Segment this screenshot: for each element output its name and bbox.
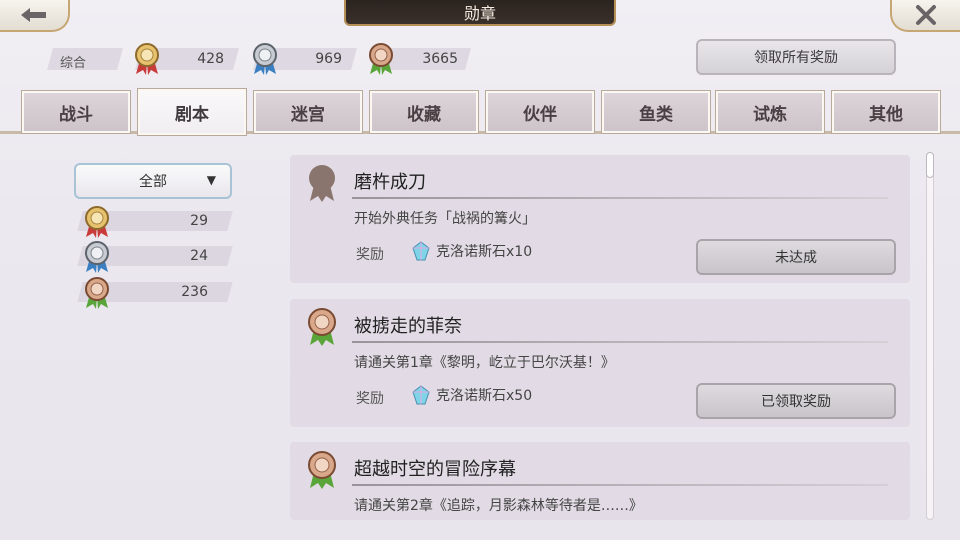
summary-silver-count: 969 bbox=[315, 51, 342, 67]
page-title: 勋章 bbox=[344, 0, 616, 26]
tab-collection[interactable]: 收藏 bbox=[369, 90, 479, 134]
chronos-stone-icon bbox=[412, 241, 430, 261]
scrollbar-track[interactable] bbox=[926, 152, 934, 520]
gold-medal-icon bbox=[132, 42, 162, 76]
divider bbox=[352, 484, 888, 486]
medal-status-button[interactable]: 未达成 bbox=[696, 239, 896, 275]
chevron-down-icon: ▼ bbox=[206, 173, 216, 187]
medal-card[interactable]: 超越时空的冒险序幕 请通关第2章《追踪，月影森林等待者是……》 bbox=[290, 442, 910, 520]
gold-medal-icon bbox=[82, 205, 112, 239]
summary-bronze-count: 3665 bbox=[422, 51, 458, 67]
tab-companion[interactable]: 伙伴 bbox=[485, 90, 595, 134]
divider bbox=[352, 197, 888, 199]
filter-selected-label: 全部 bbox=[139, 174, 167, 190]
tab-story[interactable]: 剧本 bbox=[137, 88, 247, 136]
silver-medal-icon bbox=[250, 42, 280, 76]
reward-text: 克洛诺斯石x50 bbox=[436, 388, 533, 404]
reward-label: 奖励 bbox=[356, 391, 384, 407]
back-button[interactable] bbox=[0, 0, 70, 32]
divider bbox=[352, 341, 888, 343]
filter-bronze-count: 236 bbox=[181, 284, 208, 300]
medal-description: 请通关第2章《追踪，月影森林等待者是……》 bbox=[354, 498, 643, 514]
tab-battle[interactable]: 战斗 bbox=[21, 90, 131, 134]
medal-status-button[interactable]: 已领取奖励 bbox=[696, 383, 896, 419]
filter-dropdown[interactable]: 全部 ▼ bbox=[74, 163, 232, 199]
locked-medal-icon bbox=[304, 163, 340, 207]
close-x-icon bbox=[916, 5, 936, 25]
reward-text: 克洛诺斯石x10 bbox=[436, 244, 533, 260]
bronze-medal-icon bbox=[304, 450, 340, 494]
claim-all-rewards-button[interactable]: 领取所有奖励 bbox=[696, 39, 896, 75]
chronos-stone-icon bbox=[412, 385, 430, 405]
silver-medal-icon bbox=[82, 240, 112, 274]
scrollbar-thumb[interactable] bbox=[926, 152, 934, 178]
reward-label: 奖励 bbox=[356, 247, 384, 263]
filter-silver-count: 24 bbox=[190, 248, 208, 264]
tab-other[interactable]: 其他 bbox=[831, 90, 941, 134]
tab-fish[interactable]: 鱼类 bbox=[601, 90, 711, 134]
reward-item: 克洛诺斯石x10 bbox=[412, 241, 532, 261]
reward-item: 克洛诺斯石x50 bbox=[412, 385, 532, 405]
bronze-medal-icon bbox=[366, 42, 396, 76]
medal-description: 开始外典任务「战祸的篝火」 bbox=[354, 211, 536, 227]
summary-label: 综合 bbox=[60, 56, 87, 71]
close-button[interactable] bbox=[890, 0, 960, 32]
medal-title: 超越时空的冒险序幕 bbox=[354, 459, 516, 480]
medal-card[interactable]: 被掳走的菲奈 请通关第1章《黎明，屹立于巴尔沃基！》 奖励 克洛诺斯石x50 已… bbox=[290, 299, 910, 427]
medal-card[interactable]: 磨杵成刀 开始外典任务「战祸的篝火」 奖励 克洛诺斯石x10 未达成 bbox=[290, 155, 910, 283]
bronze-medal-icon bbox=[304, 307, 340, 351]
medal-title: 被掳走的菲奈 bbox=[354, 316, 462, 337]
tab-trial[interactable]: 试炼 bbox=[715, 90, 825, 134]
summary-gold-count: 428 bbox=[197, 51, 224, 67]
back-arrow-icon bbox=[21, 8, 46, 22]
bronze-medal-icon bbox=[82, 276, 112, 310]
tab-labyrinth[interactable]: 迷宫 bbox=[253, 90, 363, 134]
page-title-text: 勋章 bbox=[463, 4, 496, 23]
medal-title: 磨杵成刀 bbox=[354, 172, 426, 193]
filter-gold-count: 29 bbox=[190, 213, 208, 229]
medal-description: 请通关第1章《黎明，屹立于巴尔沃基！》 bbox=[354, 355, 615, 371]
